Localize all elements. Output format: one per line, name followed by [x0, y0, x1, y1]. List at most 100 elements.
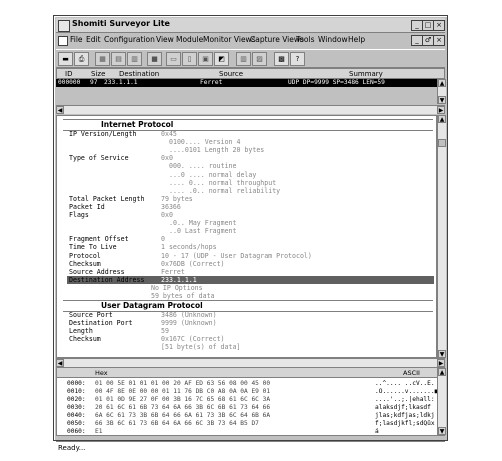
scroll-down-arrow[interactable]: ▼ [438, 350, 446, 358]
field-value[interactable]: .... 0... normal throughput [169, 179, 276, 187]
field-value[interactable]: [51 byte(s) of data] [161, 343, 240, 351]
field-label[interactable]: Checksum [69, 335, 101, 343]
field-value[interactable]: 1 seconds/hops [161, 243, 217, 251]
settings-icon[interactable]: ▩ [274, 52, 289, 66]
scroll-down-arrow[interactable]: ▼ [438, 96, 446, 104]
field-value[interactable]: 0x45 [161, 130, 177, 138]
capture-icon[interactable]: ◩ [214, 52, 229, 66]
scroll-up-arrow[interactable]: ▲ [438, 368, 446, 376]
field-label[interactable]: IP Version/Length [69, 130, 137, 138]
field-value[interactable]: 0x0 [161, 154, 173, 162]
field-label[interactable]: Fragment Offset [69, 235, 129, 243]
field-value[interactable]: 0x76DB (Correct) [161, 260, 225, 268]
stop-icon[interactable]: ■ [147, 52, 162, 66]
field-value[interactable]: 0x167C (Correct) [161, 335, 225, 343]
filter-icon[interactable]: ▣ [198, 52, 213, 66]
menu-module[interactable]: Module [176, 35, 203, 44]
scroll-right-arrow[interactable]: ▶ [437, 359, 445, 367]
grid-icon[interactable]: ▦ [95, 52, 110, 66]
field-value[interactable]: 9999 (Unknown) [161, 319, 217, 327]
field-label[interactable]: Protocol [69, 252, 101, 260]
packet-row[interactable]: 000000 97 233.1.1.1 Ferret UDP DP=9999 S… [56, 79, 437, 87]
menu-monitor-views[interactable]: Monitor Views [203, 35, 256, 44]
field-value[interactable]: 233.1.1.1 [161, 276, 197, 284]
bars-icon[interactable]: ▥ [236, 52, 251, 66]
udp-section-header[interactable]: User Datagram Protocol [63, 300, 433, 312]
field-label[interactable]: Total Packet Length [69, 195, 144, 203]
print-icon[interactable]: ⎙ [74, 52, 89, 66]
hex-scrollbar[interactable]: ▲ ▼ [437, 368, 446, 435]
hex-ascii[interactable]: jlas;kdfjas;ldkj [375, 412, 435, 419]
menu-window[interactable]: Window [318, 35, 348, 44]
detail-scrollbar[interactable]: ▲ ▼ [437, 115, 446, 358]
field-value[interactable]: No IP Options [151, 284, 203, 292]
field-value[interactable]: .0.. May Fragment [169, 219, 237, 227]
field-value[interactable]: ....0101 Length 20 bytes [169, 146, 264, 154]
field-label[interactable]: Length [69, 327, 93, 335]
page-icon[interactable]: ▯ [182, 52, 197, 66]
col-destination[interactable]: Destination [119, 70, 159, 78]
field-value[interactable]: 0100.... Version 4 [169, 138, 240, 146]
close-button[interactable]: × [433, 20, 445, 31]
hex-ascii[interactable]: á [375, 428, 379, 435]
open-icon[interactable]: ▭ [166, 52, 181, 66]
field-label[interactable]: Time To Live [69, 243, 117, 251]
scroll-left-arrow[interactable]: ◀ [56, 106, 64, 114]
col-id[interactable]: ID [65, 70, 72, 78]
field-label[interactable]: Destination Port [69, 319, 133, 327]
hex-ascii[interactable]: alaksdjf;lkasdf [375, 404, 431, 411]
hex-bytes[interactable]: 66 3B 6C 61 73 6B 64 6A 66 6C 3B 73 64 B… [95, 420, 259, 427]
field-value[interactable]: 36366 [161, 203, 181, 211]
scroll-right-arrow[interactable]: ▶ [437, 106, 445, 114]
save-icon[interactable]: ▬ [58, 52, 73, 66]
hex-bytes[interactable]: 00 4F 8E 0E 00 00 01 11 76 DB C0 A8 0A 0… [95, 388, 270, 395]
field-label[interactable]: Checksum [69, 260, 101, 268]
mdi-close-button[interactable]: × [433, 35, 445, 46]
field-value[interactable]: ...0 .... normal delay [169, 171, 256, 179]
menu-tools[interactable]: Tools [296, 35, 314, 44]
menu-view[interactable]: View [156, 35, 174, 44]
hex-ascii[interactable]: ....'..;.|ehall: [375, 396, 435, 403]
col-size[interactable]: Size [91, 70, 105, 78]
hex-bytes[interactable]: 01 00 5E 01 01 01 00 20 AF ED 63 56 08 0… [95, 380, 270, 387]
field-value[interactable]: ..0 Last Fragment [169, 227, 237, 235]
field-label[interactable]: Packet Id [69, 203, 105, 211]
hex-bytes[interactable]: 20 61 6C 61 6B 73 64 6A 66 3B 6C 6B 61 7… [95, 404, 270, 411]
menu-configuration[interactable]: Configuration [104, 35, 155, 44]
field-value[interactable]: 59 bytes of data [151, 292, 215, 300]
field-label[interactable]: Source Address [69, 268, 125, 276]
list-hscrollbar[interactable]: ◀ ▶ [56, 105, 445, 114]
detail-hscrollbar[interactable]: ◀ ▶ [56, 358, 445, 367]
chart-icon[interactable]: ▨ [252, 52, 267, 66]
list-icon[interactable]: ▥ [127, 52, 142, 66]
field-value[interactable]: 000. .... routine [169, 162, 237, 170]
field-value[interactable]: Ferret [161, 268, 185, 276]
field-value[interactable]: 0x0 [161, 211, 173, 219]
hex-bytes[interactable]: 01 01 0D 9E 27 0F 00 3B 16 7C 65 68 61 6… [95, 396, 270, 403]
scroll-thumb[interactable] [438, 139, 446, 147]
field-value[interactable]: 0 [161, 235, 165, 243]
menu-edit[interactable]: Edit [86, 35, 101, 44]
scroll-left-arrow[interactable]: ◀ [56, 359, 64, 367]
field-value[interactable]: 59 [161, 327, 169, 335]
field-label[interactable]: Source Port [69, 311, 113, 319]
list-scrollbar[interactable]: ▲ ▼ [437, 79, 446, 104]
field-label[interactable]: Destination Address [69, 276, 144, 284]
menu-file[interactable]: File [70, 35, 83, 44]
title-bar[interactable]: Shomiti Surveyor Lite _ □ × [56, 18, 445, 33]
field-value[interactable]: 10 - 17 (UDP - User Datagram Protocol) [161, 252, 312, 260]
scroll-up-arrow[interactable]: ▲ [438, 115, 446, 123]
hex-bytes[interactable]: 6A 6C 61 73 3B 6B 64 66 6A 61 73 3B 6C 6… [95, 412, 270, 419]
menu-help[interactable]: Help [348, 35, 365, 44]
document-icon[interactable] [58, 36, 68, 46]
dual-grid-icon[interactable]: ▤ [111, 52, 126, 66]
hex-ascii[interactable]: ..^.... ..cV..E. [375, 380, 435, 387]
scroll-down-arrow[interactable]: ▼ [438, 427, 446, 435]
col-source[interactable]: Source [219, 70, 243, 78]
scroll-up-arrow[interactable]: ▲ [438, 79, 446, 87]
col-summary[interactable]: Summary [349, 70, 383, 78]
field-value[interactable]: 79 bytes [161, 195, 193, 203]
help-icon[interactable]: ? [290, 52, 305, 66]
field-label[interactable]: Flags [69, 211, 89, 219]
field-label[interactable]: Type of Service [69, 154, 129, 162]
